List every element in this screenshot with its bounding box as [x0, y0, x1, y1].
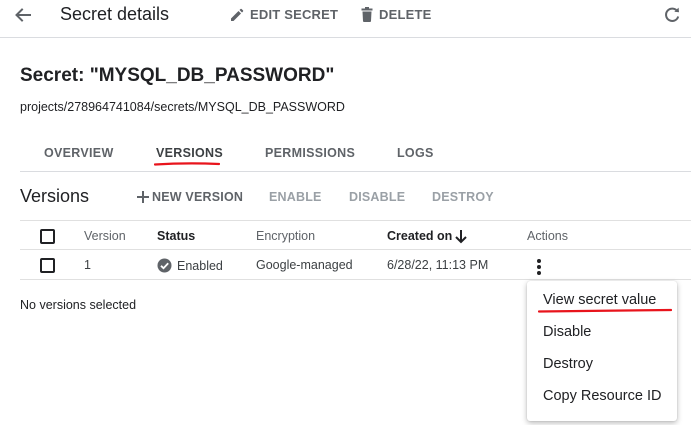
menu-item-view-secret-value[interactable]: View secret value	[543, 292, 656, 308]
kebab-dot	[537, 271, 541, 275]
table-header-row: Version Status Encryption Created on Act…	[20, 220, 691, 250]
back-button[interactable]	[10, 3, 36, 27]
column-header-status: Status	[157, 229, 196, 243]
menu-item-copy-resource-id[interactable]: Copy Resource ID	[543, 388, 661, 404]
secret-resource-path: projects/278964741084/secrets/MYSQL_DB_P…	[20, 100, 345, 114]
table-row: 1 Enabled Google-managed 6/28/22, 11:13 …	[20, 250, 691, 280]
versions-section-title: Versions	[20, 186, 90, 206]
actions-menu: View secret value Disable Destroy Copy R…	[527, 281, 677, 421]
refresh-icon	[665, 7, 680, 22]
tab-overview[interactable]: OVERVIEW	[44, 146, 114, 160]
disable-button[interactable]: DISABLE	[349, 190, 405, 204]
check-circle-icon	[157, 258, 172, 273]
delete-button[interactable]: DELETE	[361, 7, 431, 22]
menu-item-destroy[interactable]: Destroy	[543, 356, 593, 372]
row-checkbox[interactable]	[40, 258, 55, 273]
tab-logs[interactable]: LOGS	[397, 146, 434, 160]
enable-button[interactable]: ENABLE	[269, 190, 322, 204]
status-cell: Enabled	[157, 258, 223, 273]
column-header-version: Version	[84, 229, 126, 243]
column-header-created-on[interactable]: Created on	[387, 229, 452, 243]
tab-versions[interactable]: VERSIONS	[156, 146, 223, 160]
select-all-checkbox[interactable]	[40, 229, 55, 244]
tab-bar: OVERVIEW VERSIONS PERMISSIONS LOGS	[20, 134, 691, 172]
selection-status: No versions selected	[20, 298, 137, 312]
tab-permissions[interactable]: PERMISSIONS	[265, 146, 355, 160]
delete-label: DELETE	[379, 7, 432, 22]
header-bar: Secret details EDIT SECRET DELETE	[0, 0, 691, 38]
plus-icon	[137, 191, 149, 203]
edit-secret-button[interactable]: EDIT SECRET	[230, 7, 338, 22]
more-vert-icon[interactable]	[528, 257, 550, 277]
status-text: Enabled	[177, 258, 223, 273]
kebab-dot	[537, 259, 541, 263]
arrow-down-icon[interactable]	[454, 229, 468, 244]
secret-heading: Secret: "MYSQL_DB_PASSWORD"	[20, 65, 335, 86]
destroy-button[interactable]: DESTROY	[432, 190, 494, 204]
back-arrow-icon	[15, 8, 31, 22]
encryption-value: Google-managed	[256, 258, 353, 272]
page-title: Secret details	[60, 4, 170, 24]
trash-icon	[361, 7, 373, 22]
refresh-button[interactable]	[662, 5, 682, 25]
created-on-value: 6/28/22, 11:13 PM	[387, 258, 489, 272]
new-version-button[interactable]: NEW VERSION	[136, 190, 243, 204]
new-version-label: NEW VERSION	[152, 190, 244, 204]
column-header-encryption: Encryption	[256, 229, 316, 243]
view-secret-annotation-underline	[538, 308, 672, 313]
version-number: 1	[84, 258, 91, 272]
edit-secret-label: EDIT SECRET	[250, 7, 339, 22]
menu-item-disable[interactable]: Disable	[543, 324, 591, 340]
tab-versions-annotation-underline	[154, 162, 220, 166]
column-header-actions: Actions	[527, 229, 568, 243]
kebab-dot	[537, 265, 541, 269]
versions-table: Version Status Encryption Created on Act…	[20, 220, 691, 280]
pencil-icon	[231, 8, 244, 21]
